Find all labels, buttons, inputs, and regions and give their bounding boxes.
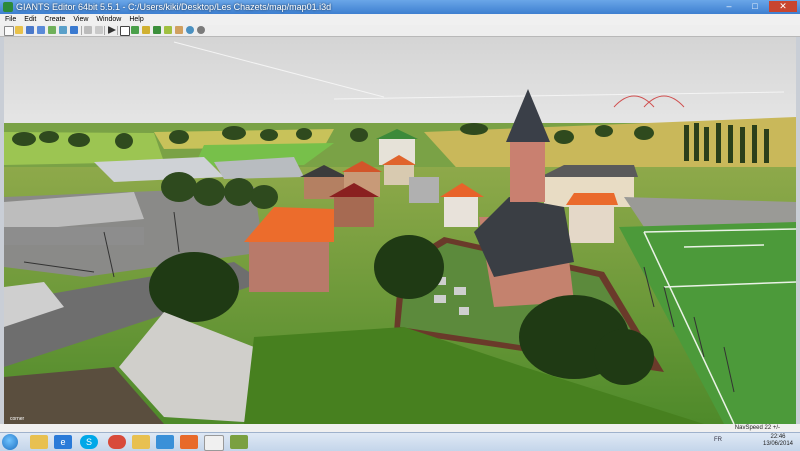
clock-date: 13/06/2014 bbox=[762, 441, 794, 447]
brick-house bbox=[249, 242, 329, 292]
language-indicator[interactable]: FR bbox=[714, 437, 722, 443]
title-bar: GIANTS Editor 64bit 5.5.1 - C:/Users/kik… bbox=[0, 0, 800, 14]
settings-icon[interactable] bbox=[197, 26, 205, 34]
paint-icon[interactable] bbox=[175, 26, 183, 34]
navspeed-readout: NavSpeed 22 +/- bbox=[734, 425, 780, 431]
save-icon[interactable] bbox=[26, 26, 34, 34]
globe-icon[interactable] bbox=[186, 26, 194, 34]
terrain-icon[interactable] bbox=[164, 26, 172, 34]
toolbar-separator bbox=[117, 26, 118, 35]
3d-viewport[interactable]: corner bbox=[4, 37, 796, 424]
clock[interactable]: 22:46 13/06/2014 bbox=[760, 434, 796, 448]
close-button[interactable]: ✕ bbox=[769, 1, 797, 12]
copy-icon[interactable] bbox=[95, 26, 103, 34]
select-icon[interactable] bbox=[120, 26, 130, 36]
play-icon[interactable] bbox=[108, 26, 116, 34]
import-icon[interactable] bbox=[48, 26, 56, 34]
giants-editor-taskbar-icon[interactable] bbox=[230, 435, 248, 449]
open-icon[interactable] bbox=[15, 26, 23, 34]
warehouse-wall bbox=[4, 227, 144, 245]
photos-icon[interactable] bbox=[156, 435, 174, 449]
cut-icon[interactable] bbox=[84, 26, 92, 34]
viewport-corner-label: corner bbox=[10, 416, 25, 422]
toolbar bbox=[0, 25, 800, 37]
status-bar: NavSpeed 22 +/- bbox=[0, 424, 800, 432]
start-button[interactable] bbox=[2, 434, 18, 450]
skype-icon[interactable]: S bbox=[80, 435, 98, 449]
toolbar-separator bbox=[81, 26, 82, 35]
menu-bar: File Edit Create View Window Help bbox=[0, 14, 800, 25]
save-as-icon[interactable] bbox=[37, 26, 45, 34]
clock-time: 22:46 bbox=[770, 434, 786, 440]
scale-icon[interactable] bbox=[153, 26, 161, 34]
menu-edit[interactable]: Edit bbox=[19, 14, 39, 25]
menu-help[interactable]: Help bbox=[124, 14, 146, 25]
minimize-button[interactable]: – bbox=[717, 1, 741, 12]
church-tower bbox=[510, 142, 545, 202]
menu-view[interactable]: View bbox=[68, 14, 91, 25]
menu-create[interactable]: Create bbox=[39, 14, 68, 25]
cream-house-roof bbox=[566, 193, 618, 205]
menu-window[interactable]: Window bbox=[91, 14, 124, 25]
rotate-icon[interactable] bbox=[142, 26, 150, 34]
new-icon[interactable] bbox=[4, 26, 14, 36]
move-icon[interactable] bbox=[131, 26, 139, 34]
chrome-icon[interactable] bbox=[108, 435, 126, 449]
giants-editor-icon bbox=[3, 2, 13, 12]
maximize-button[interactable]: □ bbox=[743, 1, 767, 12]
cream-house bbox=[569, 205, 614, 243]
undo-icon[interactable] bbox=[70, 26, 78, 34]
sky bbox=[4, 37, 796, 127]
taskbar: e S FR 22:46 13/06/2014 bbox=[0, 432, 800, 451]
paint-icon[interactable] bbox=[204, 435, 224, 451]
menu-file[interactable]: File bbox=[0, 14, 19, 25]
explorer-icon[interactable] bbox=[30, 435, 48, 449]
export-icon[interactable] bbox=[59, 26, 67, 34]
internet-explorer-icon[interactable]: e bbox=[54, 435, 72, 449]
file-manager-icon[interactable] bbox=[132, 435, 150, 449]
window-title: GIANTS Editor 64bit 5.5.1 - C:/Users/kik… bbox=[16, 2, 332, 12]
firefox-icon[interactable] bbox=[180, 435, 198, 449]
toolbar-separator bbox=[104, 26, 105, 35]
